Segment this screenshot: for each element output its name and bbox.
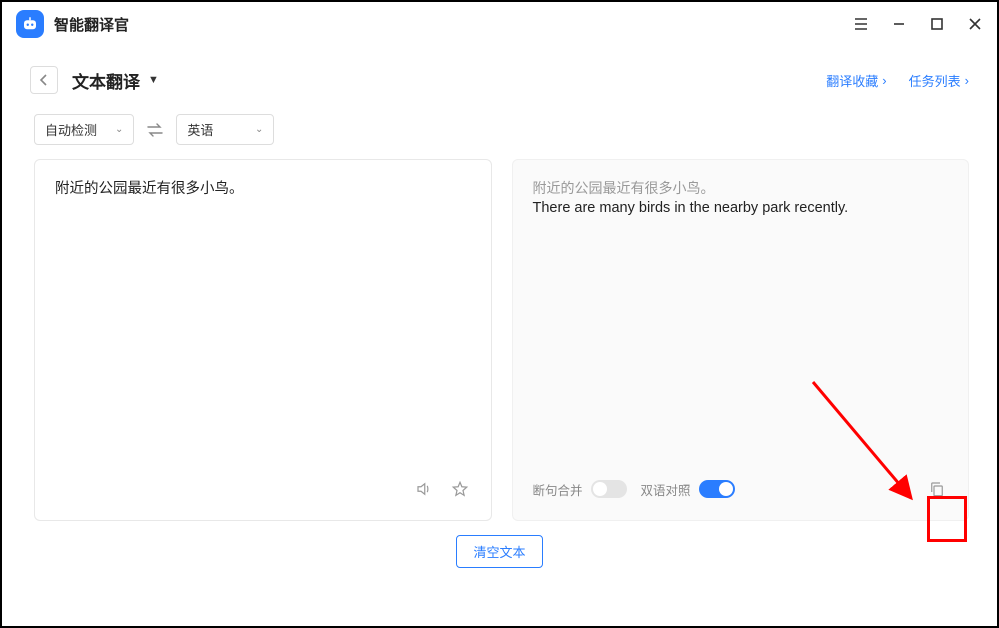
bilingual-label: 双语对照 bbox=[641, 480, 691, 499]
output-content: 附近的公园最近有很多小鸟。 There are many birds in th… bbox=[533, 178, 949, 476]
back-button[interactable] bbox=[30, 66, 58, 94]
caret-down-icon: ▼ bbox=[148, 74, 159, 86]
copy-output-button[interactable] bbox=[926, 478, 948, 500]
favorite-button[interactable] bbox=[449, 478, 471, 500]
speaker-icon bbox=[415, 480, 433, 498]
mode-selector[interactable]: 文本翻译 ▼ bbox=[72, 68, 159, 93]
toolbar-right: 翻译收藏 › 任务列表 › bbox=[826, 71, 969, 90]
minimize-icon[interactable] bbox=[887, 12, 911, 36]
favorites-link[interactable]: 翻译收藏 › bbox=[826, 71, 886, 90]
mode-label: 文本翻译 bbox=[72, 68, 140, 93]
chevron-down-icon: ⌄ bbox=[115, 124, 123, 135]
input-text[interactable]: 附近的公园最近有很多小鸟。 bbox=[55, 178, 471, 476]
copy-icon bbox=[928, 480, 946, 498]
app-logo bbox=[16, 10, 44, 38]
tasks-link[interactable]: 任务列表 › bbox=[909, 71, 969, 90]
source-language-select[interactable]: 自动检测 ⌄ bbox=[34, 114, 134, 145]
robot-icon bbox=[21, 15, 39, 33]
segment-merge-group: 断句合并 bbox=[533, 480, 627, 499]
tasks-label: 任务列表 bbox=[909, 71, 961, 90]
window-controls bbox=[849, 12, 987, 36]
output-footer: 断句合并 双语对照 bbox=[533, 476, 949, 502]
language-row: 自动检测 ⌄ 英语 ⌄ bbox=[2, 102, 997, 153]
input-panel: 附近的公园最近有很多小鸟。 bbox=[34, 159, 492, 521]
output-panel: 附近的公园最近有很多小鸟。 There are many birds in th… bbox=[512, 159, 970, 521]
bilingual-toggle[interactable] bbox=[699, 480, 735, 498]
segment-merge-label: 断句合并 bbox=[533, 480, 583, 499]
swap-languages-button[interactable] bbox=[142, 117, 168, 143]
chevron-right-icon: › bbox=[882, 73, 886, 88]
swap-icon bbox=[146, 123, 164, 137]
bilingual-group: 双语对照 bbox=[641, 480, 735, 499]
chevron-down-icon: ⌄ bbox=[255, 124, 263, 135]
app-title: 智能翻译官 bbox=[54, 14, 129, 35]
chevron-right-icon: › bbox=[965, 73, 969, 88]
speak-input-button[interactable] bbox=[413, 478, 435, 500]
clear-row: 清空文本 bbox=[2, 521, 997, 568]
target-language-label: 英语 bbox=[187, 120, 213, 139]
segment-merge-toggle[interactable] bbox=[591, 480, 627, 498]
favorites-label: 翻译收藏 bbox=[826, 71, 878, 90]
output-translation-text: There are many birds in the nearby park … bbox=[533, 200, 949, 216]
toolbar: 文本翻译 ▼ 翻译收藏 › 任务列表 › bbox=[2, 46, 997, 102]
main-panels: 附近的公园最近有很多小鸟。 附近的公园最近有很多小鸟。 There are ma… bbox=[2, 153, 997, 521]
clear-text-button[interactable]: 清空文本 bbox=[456, 535, 542, 568]
hamburger-icon[interactable] bbox=[849, 12, 873, 36]
maximize-icon[interactable] bbox=[925, 12, 949, 36]
output-source-text: 附近的公园最近有很多小鸟。 bbox=[533, 178, 949, 198]
title-bar: 智能翻译官 bbox=[2, 2, 997, 46]
chevron-left-icon bbox=[38, 74, 50, 86]
speak-output-button[interactable] bbox=[890, 478, 912, 500]
input-footer bbox=[55, 476, 471, 502]
speaker-icon bbox=[892, 480, 910, 498]
close-icon[interactable] bbox=[963, 12, 987, 36]
source-language-label: 自动检测 bbox=[45, 120, 97, 139]
target-language-select[interactable]: 英语 ⌄ bbox=[176, 114, 274, 145]
star-icon bbox=[451, 480, 469, 498]
